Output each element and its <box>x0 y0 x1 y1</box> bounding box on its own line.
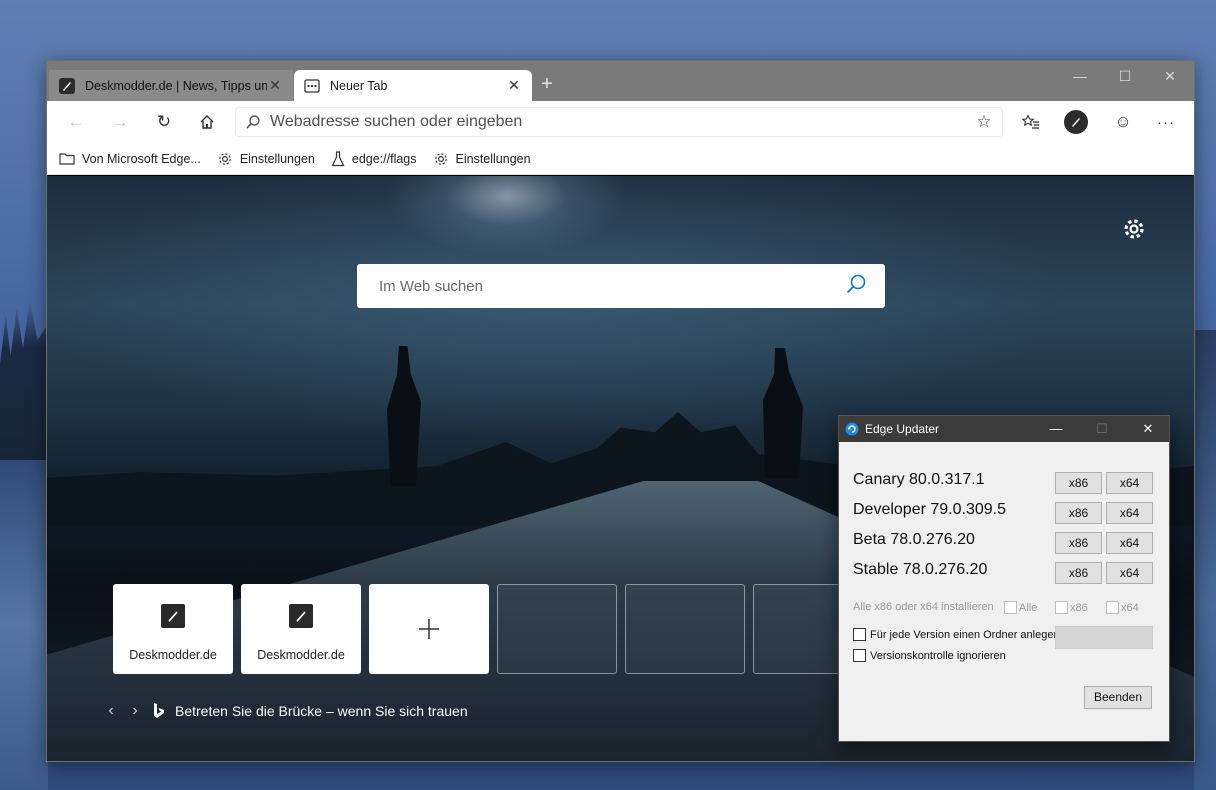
flask-icon <box>331 150 345 167</box>
tab-new-tab[interactable]: Neuer Tab ✕ <box>294 70 532 101</box>
favorites-button[interactable] <box>1016 108 1046 136</box>
web-search-box[interactable] <box>357 264 885 308</box>
address-bar[interactable]: ☆ <box>235 107 1003 137</box>
brush-icon <box>1072 118 1080 127</box>
fav-label: Einstellungen <box>455 151 531 166</box>
fav-item-microsoft-edge[interactable]: Von Microsoft Edge... <box>59 152 201 166</box>
fav-item-settings-2[interactable]: Einstellungen <box>433 151 531 167</box>
close-tab-icon[interactable]: ✕ <box>267 77 283 94</box>
top-site-tile[interactable]: Deskmodder.de <box>113 584 233 674</box>
search-icon[interactable] <box>845 273 867 300</box>
empty-tile <box>497 584 617 674</box>
newtab-icon <box>304 78 320 94</box>
search-icon <box>236 114 270 130</box>
brush-icon <box>59 77 75 94</box>
ignore-version-label: Versionskontrolle ignorieren <box>870 650 1006 662</box>
x64-checkbox-label: x64 <box>1121 602 1139 614</box>
toolbar: ← → ↻ ☆ ☺ ··· <box>47 101 1194 143</box>
dialog-titlebar: Edge Updater — ☐ ✕ <box>839 416 1169 442</box>
stable-x64-button[interactable]: x64 <box>1106 562 1153 584</box>
forward-button[interactable]: → <box>105 108 135 136</box>
refresh-button[interactable]: ↻ <box>149 108 179 136</box>
home-icon <box>200 115 214 129</box>
maximize-button[interactable]: ☐ <box>1102 61 1148 91</box>
web-search-input[interactable] <box>379 277 845 295</box>
new-tab-button[interactable]: + <box>537 74 557 95</box>
x86-checkbox <box>1055 601 1068 614</box>
more-menu-button[interactable]: ··· <box>1151 108 1181 136</box>
profile-avatar[interactable] <box>1064 110 1088 134</box>
x86-checkbox-label: x86 <box>1070 602 1088 614</box>
close-tab-icon[interactable]: ✕ <box>506 77 522 94</box>
tile-label: Deskmodder.de <box>129 648 217 662</box>
dialog-minimize-button[interactable]: — <box>1033 416 1079 442</box>
desktop-lake <box>0 460 48 790</box>
exit-button[interactable]: Beenden <box>1084 686 1152 709</box>
fav-label: edge://flags <box>351 151 417 166</box>
image-caption: ‹ › Betreten Sie die Brücke – wenn Sie s… <box>99 702 468 720</box>
developer-x64-button[interactable]: x64 <box>1106 502 1153 524</box>
x64-checkbox <box>1106 601 1119 614</box>
desktop-right-edge <box>1194 330 1216 790</box>
titlebar: Deskmodder.de | News, Tipps und ✕ Neuer … <box>47 61 1194 101</box>
plus-icon <box>369 584 489 674</box>
minimize-button[interactable]: — <box>1057 61 1103 91</box>
background-statue <box>763 348 803 478</box>
dialog-close-button[interactable]: ✕ <box>1125 416 1171 442</box>
gear-icon <box>433 151 449 167</box>
address-input[interactable] <box>270 113 966 131</box>
beta-x86-button[interactable]: x86 <box>1055 532 1102 554</box>
caption-text[interactable]: Betreten Sie die Brücke – wenn Sie sich … <box>175 703 468 719</box>
fav-label: Von Microsoft Edge... <box>82 151 201 166</box>
folder-icon <box>59 152 75 165</box>
desktop-trees <box>0 300 48 460</box>
fav-label: Einstellungen <box>239 151 315 166</box>
install-all-label: Alle x86 oder x64 installieren <box>853 601 994 613</box>
all-checkbox <box>1004 601 1017 614</box>
gear-icon <box>1124 219 1144 239</box>
canary-x64-button[interactable]: x64 <box>1106 472 1153 494</box>
page-settings-button[interactable] <box>1121 216 1147 242</box>
beta-x64-button[interactable]: x64 <box>1106 532 1153 554</box>
dialog-title: Edge Updater <box>865 422 940 436</box>
developer-x86-button[interactable]: x86 <box>1055 502 1102 524</box>
bing-logo-icon <box>153 703 165 719</box>
top-site-tile[interactable]: Deskmodder.de <box>241 584 361 674</box>
favorite-star-icon[interactable]: ☆ <box>966 112 1002 132</box>
ignore-version-checkbox[interactable] <box>853 649 866 662</box>
tab-label: Neuer Tab <box>330 78 388 93</box>
dialog-maximize-button: ☐ <box>1096 421 1108 436</box>
tab-label: Deskmodder.de | News, Tipps und <box>85 78 267 93</box>
feedback-button[interactable]: ☺ <box>1108 108 1138 136</box>
add-site-tile[interactable] <box>369 584 489 674</box>
brush-icon <box>289 604 313 628</box>
tab-deskmodder[interactable]: Deskmodder.de | News, Tipps und ✕ <box>49 70 293 101</box>
tile-label: Deskmodder.de <box>257 648 345 662</box>
next-image-button[interactable]: › <box>123 702 147 720</box>
previous-image-button[interactable]: ‹ <box>99 702 123 720</box>
folder-per-version-label: Für jede Version einen Ordner anlegen <box>870 629 1060 641</box>
refresh-icon <box>845 422 859 436</box>
favorites-list-icon <box>1022 114 1039 129</box>
favorites-bar: Von Microsoft Edge... Einstellungen edge… <box>47 143 1194 175</box>
gear-icon <box>217 151 233 167</box>
back-button[interactable]: ← <box>61 108 91 136</box>
edge-updater-dialog: Edge Updater — ☐ ✕ Canary 80.0.317.1 x86… <box>838 415 1170 742</box>
canary-x86-button[interactable]: x86 <box>1055 472 1102 494</box>
close-window-button[interactable]: ✕ <box>1147 61 1193 91</box>
home-button[interactable] <box>192 108 222 136</box>
folder-path-field <box>1055 626 1153 649</box>
folder-per-version-checkbox[interactable] <box>853 628 866 641</box>
brush-icon <box>161 604 185 628</box>
fav-item-flags[interactable]: edge://flags <box>331 150 417 167</box>
empty-tile <box>625 584 745 674</box>
fav-item-settings[interactable]: Einstellungen <box>217 151 315 167</box>
stable-x86-button[interactable]: x86 <box>1055 562 1102 584</box>
background-statue <box>387 346 421 486</box>
all-checkbox-label: Alle <box>1019 602 1038 614</box>
